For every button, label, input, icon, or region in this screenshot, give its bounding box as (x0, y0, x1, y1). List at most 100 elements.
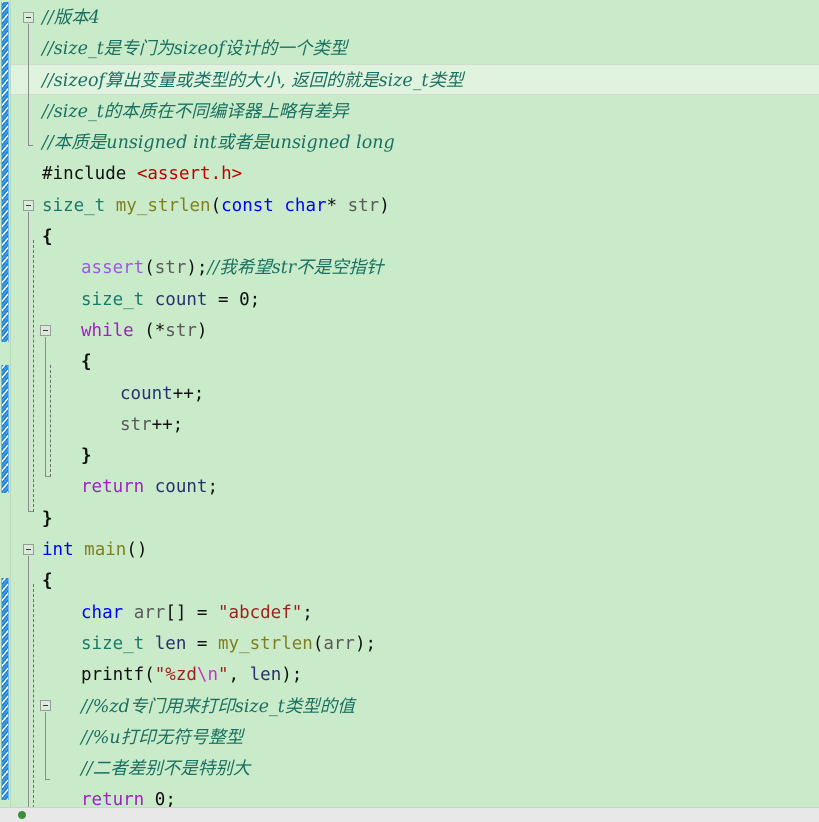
code-token: //本质是unsigned int或者是unsigned long (42, 133, 395, 154)
code-line[interactable]: while (*str) (0, 316, 819, 347)
code-token: ( (312, 633, 324, 654)
code-token: return (81, 477, 145, 498)
code-token: (* (133, 320, 166, 341)
code-token: count (154, 289, 208, 310)
code-token: //%u打印无符号整型 (81, 727, 244, 748)
code-token: <assert.h> (136, 164, 243, 185)
code-token: { (42, 571, 53, 592)
code-token: //版本4 (42, 8, 100, 28)
code-token: len (249, 665, 282, 686)
code-token: ( (210, 195, 222, 216)
code-token: ++; (172, 383, 205, 404)
code-token: //%zd专门用来打印size_t类型的值 (81, 696, 355, 717)
code-token: str (120, 414, 152, 435)
code-token: " (218, 665, 229, 686)
code-line[interactable]: { (0, 347, 819, 378)
code-token: ); (354, 633, 377, 654)
code-token: ; (249, 289, 261, 310)
code-token: arr (133, 602, 166, 623)
code-token: ); (186, 258, 208, 279)
code-token: count (120, 383, 173, 404)
code-line[interactable]: printf("%zd\n", len); (0, 660, 819, 691)
code-token: //size_t的本质在不同编译器上略有差异 (42, 101, 349, 122)
code-line[interactable]: //二者差别不是特别大 (0, 754, 819, 785)
code-token: my_strlen (217, 633, 313, 654)
code-line[interactable]: } (0, 441, 819, 472)
editor-bottom-strip (0, 807, 819, 822)
code-token: str (347, 195, 380, 216)
code-line[interactable]: //%zd专门用来打印size_t类型的值 (0, 692, 819, 723)
code-token: assert (81, 258, 145, 279)
code-token: ) (379, 195, 390, 216)
code-token: my_strlen (115, 195, 211, 216)
code-line[interactable]: //版本4 (0, 3, 819, 34)
code-token: //sizeof算出变量或类型的大小, 返回的就是size_t类型 (42, 70, 464, 91)
code-line[interactable]: int main() (0, 535, 819, 566)
code-line[interactable]: size_t len = my_strlen(arr); (0, 629, 819, 660)
code-token: //二者差别不是特别大 (81, 759, 251, 780)
code-line[interactable]: } (0, 504, 819, 535)
code-line[interactable]: char arr[] = "abcdef"; (0, 598, 819, 629)
code-token: ( (144, 665, 155, 686)
code-line[interactable]: { (0, 566, 819, 597)
code-token: const (221, 195, 274, 216)
code-token: count (154, 477, 208, 498)
code-line[interactable]: //size_t的本质在不同编译器上略有差异 (0, 97, 819, 128)
code-token: #include (42, 164, 137, 185)
code-token: [] = (165, 602, 218, 623)
code-token: //size_t是专门为sizeof设计的一个类型 (42, 39, 348, 60)
code-token: , (228, 665, 250, 686)
code-token: \n (196, 665, 218, 686)
code-line[interactable]: #include <assert.h> (0, 159, 819, 190)
code-token: str (154, 258, 187, 279)
code-token: arr (323, 633, 355, 654)
code-token: } (42, 508, 53, 529)
code-token: () (126, 540, 148, 561)
code-token: "%zd (154, 665, 197, 686)
code-token: ; (207, 477, 218, 498)
code-token: size_t (81, 289, 145, 310)
code-line[interactable]: //sizeof算出变量或类型的大小, 返回的就是size_t类型 (0, 66, 819, 97)
code-token: ); (281, 665, 303, 686)
code-token: ( (144, 258, 155, 279)
code-text-area[interactable]: //版本4 //size_t是专门为sizeof设计的一个类型 //sizeof算出… (0, 3, 819, 822)
code-line[interactable]: //本质是unsigned int或者是unsigned long (0, 128, 819, 159)
code-token: str (165, 320, 197, 341)
code-line[interactable]: { (0, 222, 819, 253)
code-token: ; (302, 602, 313, 623)
code-token: ) (196, 320, 208, 341)
code-editor[interactable]: //版本4 //size_t是专门为sizeof设计的一个类型 //sizeof算出… (0, 0, 819, 822)
code-token: while (81, 320, 134, 341)
code-token: main (84, 540, 127, 561)
code-token: ++; (151, 414, 184, 435)
code-token: //我希望str不是空指针 (207, 258, 384, 279)
code-line[interactable]: size_t count = 0; (0, 285, 819, 316)
code-token: * (326, 195, 348, 216)
code-token: len (154, 633, 187, 654)
code-token: 0 (239, 289, 250, 310)
code-token: printf (81, 665, 145, 686)
status-dot-icon (18, 811, 26, 819)
code-line[interactable]: count++; (0, 379, 819, 410)
code-line[interactable]: str++; (0, 410, 819, 441)
code-token: = (186, 633, 218, 654)
code-token: char (284, 195, 327, 216)
code-token: size_t (81, 633, 145, 654)
code-line[interactable]: return count; (0, 472, 819, 503)
code-token: { (81, 352, 92, 373)
code-line[interactable]: assert(str);//我希望str不是空指针 (0, 253, 819, 284)
code-line[interactable]: //size_t是专门为sizeof设计的一个类型 (0, 34, 819, 65)
code-token: { (42, 227, 53, 248)
code-line[interactable]: //%u打印无符号整型 (0, 723, 819, 754)
code-token: "abcdef" (218, 602, 303, 623)
code-token: int (42, 540, 74, 561)
code-token: = (207, 289, 240, 310)
code-line[interactable]: size_t my_strlen(const char* str) (0, 191, 819, 222)
